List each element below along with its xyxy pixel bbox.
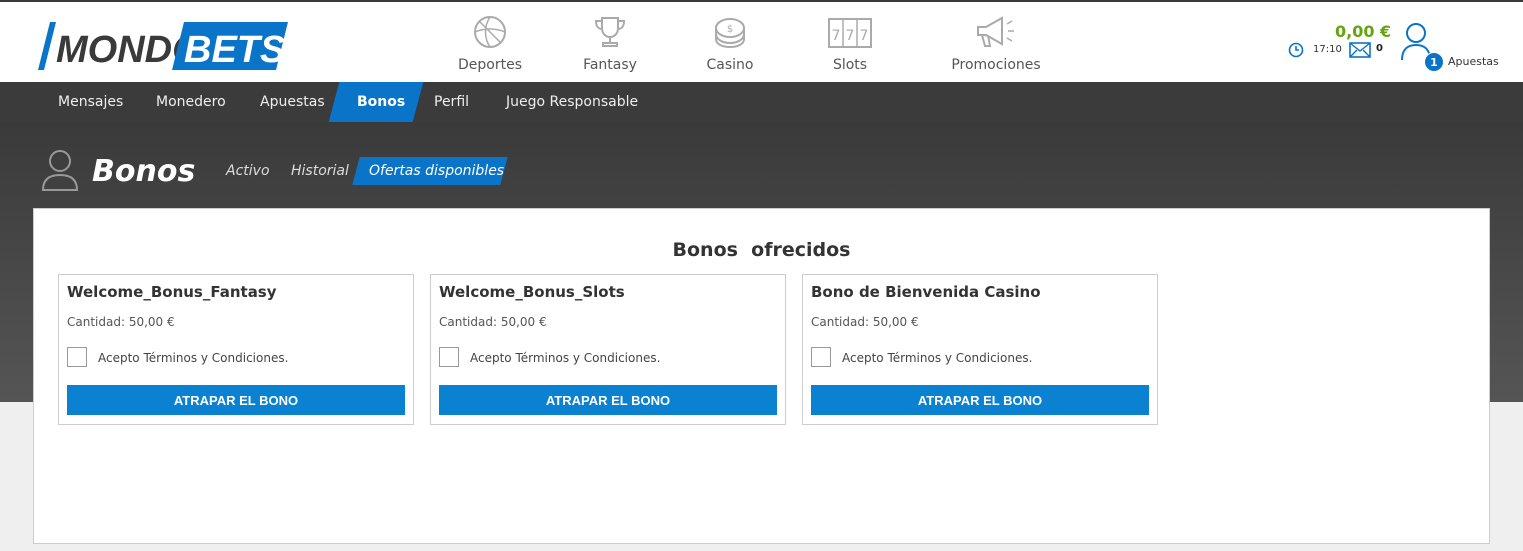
- subnav-monedero[interactable]: Monedero: [156, 82, 226, 122]
- account-subnav: Mensajes Monedero Apuestas Bonos Perfil …: [0, 82, 1523, 122]
- bonus-amount: Cantidad: 50,00 €: [811, 315, 919, 329]
- svg-text:7: 7: [846, 28, 855, 44]
- page-title: Bonos: [92, 154, 196, 189]
- nav-promociones[interactable]: Promociones: [910, 14, 1082, 78]
- terms-checkbox[interactable]: [67, 347, 87, 367]
- balance[interactable]: 0,00 €: [1335, 22, 1391, 41]
- chips-icon: $: [715, 18, 745, 49]
- svg-text:7: 7: [832, 28, 841, 44]
- claim-bonus-button[interactable]: ATRAPAR EL BONO: [811, 385, 1149, 415]
- soccer-ball-icon: [474, 16, 506, 48]
- offers-panel: Bonos ofrecidos Welcome_Bonus_Fantasy Ca…: [33, 208, 1490, 544]
- bonus-amount: Cantidad: 50,00 €: [67, 315, 175, 329]
- logo-text-bets: BETS: [184, 29, 285, 71]
- tab-historial[interactable]: Historial: [291, 157, 349, 185]
- top-header: MONDO BETS Deportes Fantasy $ Casino 7 7…: [0, 0, 1523, 82]
- nav-label: Fantasy: [583, 57, 637, 73]
- bonus-card: Bono de Bienvenida Casino Cantidad: 50,0…: [802, 274, 1158, 425]
- subnav-perfil[interactable]: Perfil: [434, 82, 469, 122]
- current-time: 17:10: [1313, 44, 1342, 55]
- nav-fantasy[interactable]: Fantasy: [550, 14, 670, 78]
- claim-bonus-button[interactable]: ATRAPAR EL BONO: [67, 385, 405, 415]
- nav-label: Deportes: [458, 57, 522, 73]
- nav-label: Slots: [832, 57, 868, 73]
- terms-checkbox[interactable]: [439, 347, 459, 367]
- terms-label[interactable]: Acepto Términos y Condiciones.: [842, 351, 1032, 365]
- bonus-amount: Cantidad: 50,00 €: [439, 315, 547, 329]
- bets-count-badge[interactable]: 1: [1424, 52, 1444, 72]
- nav-label: Casino: [706, 57, 754, 73]
- svg-text:$: $: [727, 24, 733, 35]
- nav-casino[interactable]: $ Casino: [670, 14, 790, 78]
- subnav-apuestas[interactable]: Apuestas: [260, 82, 325, 122]
- claim-bonus-button[interactable]: ATRAPAR EL BONO: [439, 385, 777, 415]
- section-title: Bonos ofrecidos: [672, 239, 851, 261]
- clock-icon: [1288, 42, 1304, 58]
- messages-count: 0: [1376, 43, 1383, 54]
- slot-machine-icon: 7 7 7: [828, 18, 872, 48]
- subnav-bonos[interactable]: Bonos: [357, 82, 405, 122]
- nav-deportes[interactable]: Deportes: [430, 14, 550, 78]
- svg-text:7: 7: [860, 28, 869, 44]
- terms-label[interactable]: Acepto Términos y Condiciones.: [470, 351, 660, 365]
- bonus-title: Bono de Bienvenida Casino: [811, 283, 1041, 301]
- nav-slots[interactable]: 7 7 7 Slots: [790, 14, 910, 78]
- subnav-juego-responsable[interactable]: Juego Responsable: [506, 82, 638, 122]
- tab-ofertas-disponibles[interactable]: Ofertas disponibles: [369, 157, 504, 185]
- megaphone-icon: [977, 16, 1014, 47]
- trophy-icon: [594, 17, 626, 47]
- mondobets-logo[interactable]: MONDO BETS: [38, 20, 290, 74]
- bets-label[interactable]: Apuestas: [1448, 55, 1499, 68]
- bonus-title: Welcome_Bonus_Fantasy: [67, 283, 277, 301]
- nav-label: Promociones: [951, 57, 1041, 73]
- tab-activo[interactable]: Activo: [226, 157, 270, 185]
- main-nav: Deportes Fantasy $ Casino 7 7 7 Slots Pr…: [430, 14, 1082, 78]
- mail-icon[interactable]: [1349, 42, 1371, 58]
- user-outline-icon: [41, 150, 79, 191]
- subnav-mensajes[interactable]: Mensajes: [58, 82, 123, 122]
- bonus-card: Welcome_Bonus_Slots Cantidad: 50,00 € Ac…: [430, 274, 786, 425]
- bonus-title: Welcome_Bonus_Slots: [439, 283, 625, 301]
- terms-checkbox[interactable]: [811, 347, 831, 367]
- bonus-card: Welcome_Bonus_Fantasy Cantidad: 50,00 € …: [58, 274, 414, 425]
- terms-label[interactable]: Acepto Términos y Condiciones.: [98, 351, 288, 365]
- account-panel: 0,00 € 17:10 0 1 Apuestas: [1263, 2, 1523, 84]
